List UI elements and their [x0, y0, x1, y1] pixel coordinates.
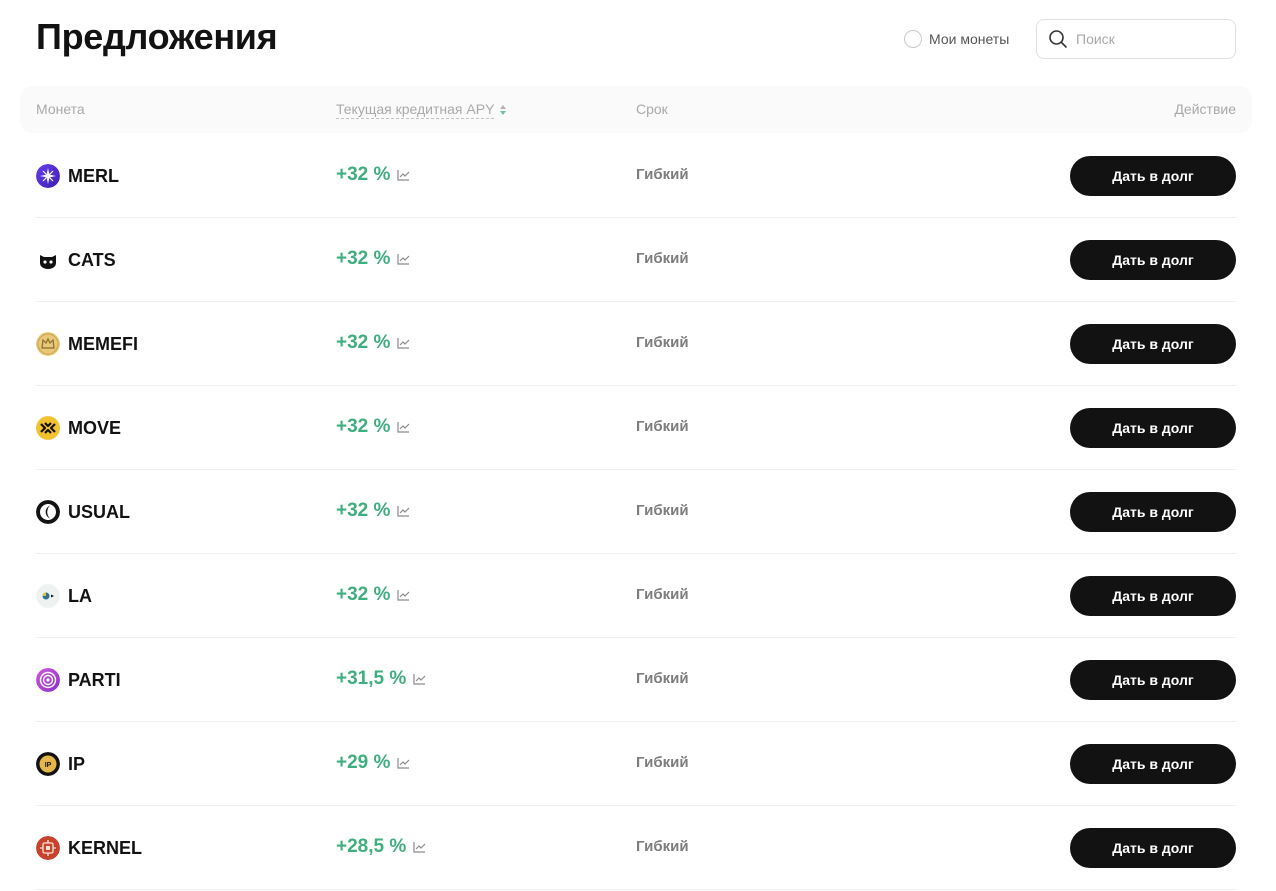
ip-icon: IP — [36, 752, 60, 776]
coin-cell: PARTI — [36, 668, 121, 692]
lend-button[interactable]: Дать в долг — [1070, 492, 1236, 532]
column-header-apy-label: Текущая кредитная APY — [336, 101, 495, 119]
term-cell: Гибкий — [636, 166, 689, 183]
search-input[interactable] — [1076, 31, 1226, 47]
coin-name: KERNEL — [68, 837, 143, 858]
coin-name: MEMEFI — [68, 333, 138, 354]
lend-button[interactable]: Дать в долг — [1070, 240, 1236, 280]
cats-icon — [36, 248, 60, 272]
memefi-icon — [36, 332, 60, 356]
chart-icon[interactable] — [397, 169, 410, 181]
chart-icon[interactable] — [397, 421, 410, 433]
chart-icon[interactable] — [413, 673, 426, 685]
coin-name: USUAL — [68, 501, 130, 522]
table-row: CATS +32 % Гибкий Дать в долг — [36, 218, 1236, 302]
coin-cell: LA — [36, 584, 92, 608]
coin-cell: KERNEL — [36, 836, 142, 860]
apy-cell: +32 % — [336, 416, 410, 438]
apy-value: +32 % — [336, 332, 391, 353]
coin-name: MOVE — [68, 417, 122, 438]
coin-name: IP — [68, 753, 86, 774]
term-cell: Гибкий — [636, 586, 689, 603]
page-title: Предложения — [36, 16, 278, 57]
apy-cell: +28,5 % — [336, 836, 426, 858]
apy-cell: +32 % — [336, 164, 410, 186]
chart-icon[interactable] — [397, 505, 410, 517]
table-row: LA +32 % Гибкий Дать в долг — [36, 554, 1236, 638]
lend-button[interactable]: Дать в долг — [1070, 576, 1236, 616]
apy-value: +32 % — [336, 584, 391, 605]
coin-cell: IP IP — [36, 752, 85, 776]
coin-name: MERL — [68, 165, 119, 186]
apy-cell: +31,5 % — [336, 668, 426, 690]
usual-icon — [36, 500, 60, 524]
apy-cell: +32 % — [336, 332, 410, 354]
term-cell: Гибкий — [636, 418, 689, 435]
sort-icon[interactable] — [499, 104, 507, 116]
term-cell: Гибкий — [636, 250, 689, 267]
search-icon — [1049, 30, 1067, 48]
coin-cell: MERL — [36, 164, 119, 188]
coin-cell: CATS — [36, 248, 116, 272]
chart-icon[interactable] — [397, 757, 410, 769]
column-header-term: Срок — [636, 101, 668, 117]
parti-icon — [36, 668, 60, 692]
chart-icon[interactable] — [397, 253, 410, 265]
apy-cell: +32 % — [336, 500, 410, 522]
lend-button[interactable]: Дать в долг — [1070, 408, 1236, 448]
my-coins-toggle[interactable]: Мои монеты — [904, 30, 1009, 48]
apy-cell: +32 % — [336, 584, 410, 606]
coin-name: PARTI — [68, 669, 121, 690]
coin-cell: MEMEFI — [36, 332, 138, 356]
term-cell: Гибкий — [636, 838, 689, 855]
column-header-apy[interactable]: Текущая кредитная APY — [336, 101, 507, 119]
column-header-coin: Монета — [36, 101, 85, 117]
table-row: USUAL +32 % Гибкий Дать в долг — [36, 470, 1236, 554]
my-coins-radio[interactable] — [904, 30, 922, 48]
apy-cell: +32 % — [336, 248, 410, 270]
coin-cell: MOVE — [36, 416, 121, 440]
my-coins-label: Мои монеты — [929, 31, 1010, 47]
apy-value: +29 % — [336, 752, 391, 773]
lend-button[interactable]: Дать в долг — [1070, 744, 1236, 784]
coin-name: LA — [68, 585, 92, 606]
apy-cell: +29 % — [336, 752, 410, 774]
column-header-action: Действие — [1174, 101, 1236, 117]
apy-value: +32 % — [336, 248, 391, 269]
table-row: MERL +32 % Гибкий Дать в долг — [36, 134, 1236, 218]
term-cell: Гибкий — [636, 334, 689, 351]
merl-icon — [36, 164, 60, 188]
lend-button[interactable]: Дать в долг — [1070, 156, 1236, 196]
chart-icon[interactable] — [413, 841, 426, 853]
table-row: MEMEFI +32 % Гибкий Дать в долг — [36, 302, 1236, 386]
ip-icon-text: IP — [45, 762, 52, 769]
term-cell: Гибкий — [636, 670, 689, 687]
apy-value: +31,5 % — [336, 668, 407, 689]
search-box[interactable] — [1036, 19, 1236, 59]
chart-icon[interactable] — [397, 337, 410, 349]
apy-value: +32 % — [336, 500, 391, 521]
coin-name: CATS — [68, 249, 116, 270]
table-row: IP IP +29 % Гибкий Дать в долг — [36, 722, 1236, 806]
table-row: MOVE +32 % Гибкий Дать в долг — [36, 386, 1236, 470]
term-cell: Гибкий — [636, 502, 689, 519]
move-icon — [36, 416, 60, 440]
apy-value: +32 % — [336, 416, 391, 437]
coin-cell: USUAL — [36, 500, 130, 524]
lend-button[interactable]: Дать в долг — [1070, 324, 1236, 364]
table-header: Монета Текущая кредитная APY Срок Действ… — [20, 86, 1252, 133]
term-cell: Гибкий — [636, 754, 689, 771]
apy-value: +28,5 % — [336, 836, 407, 857]
lend-button[interactable]: Дать в долг — [1070, 660, 1236, 700]
lend-button[interactable]: Дать в долг — [1070, 828, 1236, 868]
chart-icon[interactable] — [397, 589, 410, 601]
table-row: PARTI +31,5 % Гибкий Дать в долг — [36, 638, 1236, 722]
kernel-icon — [36, 836, 60, 860]
apy-value: +32 % — [336, 164, 391, 185]
la-icon — [36, 584, 60, 608]
table-row: KERNEL +28,5 % Гибкий Дать в долг — [36, 806, 1236, 890]
offers-table-body: MERL +32 % Гибкий Дать в долг CATS +32 %… — [36, 134, 1236, 890]
